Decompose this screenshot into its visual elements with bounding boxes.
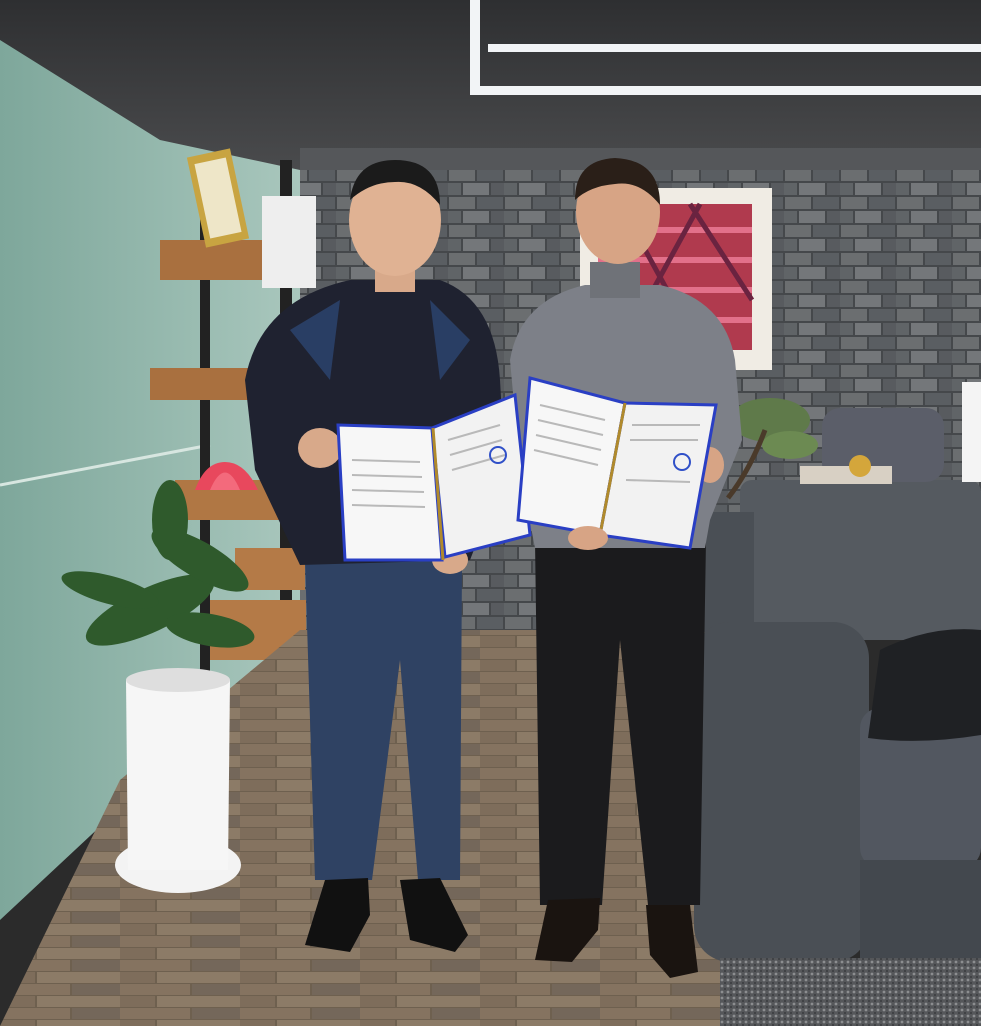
photo-illustration (0, 0, 981, 1026)
contract-folder-right (516, 376, 718, 550)
photo-scene (0, 0, 981, 1026)
leather-sofa (694, 480, 981, 962)
rug (720, 958, 981, 1026)
